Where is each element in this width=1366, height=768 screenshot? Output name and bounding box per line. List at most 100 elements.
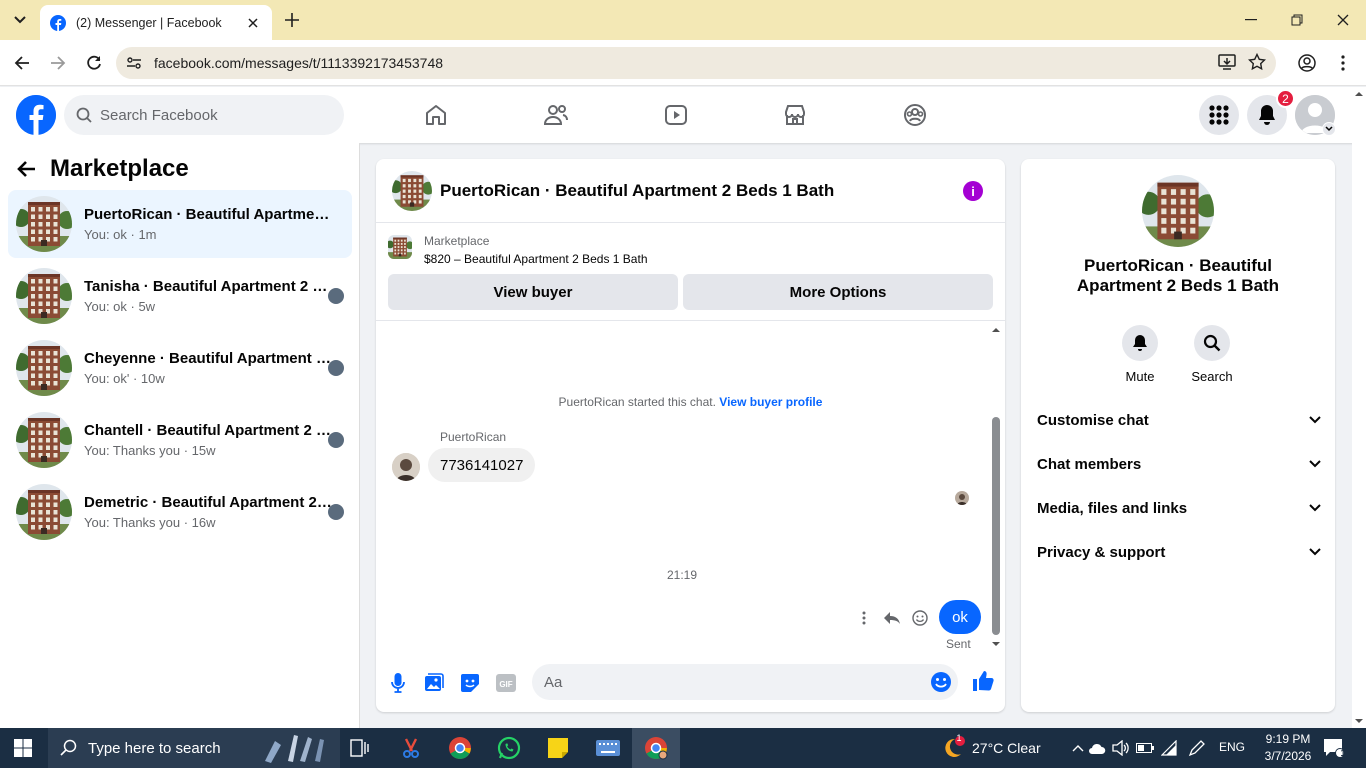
listing-thumbnail[interactable]	[388, 235, 412, 259]
search-in-conversation-action[interactable]: Search	[1182, 325, 1242, 384]
conversation-last-message: You: Thanks you · 16w	[84, 515, 216, 530]
gif-icon[interactable]: GIF	[495, 672, 517, 694]
conversation-thumbnail	[16, 340, 72, 396]
emoji-picker-icon[interactable]	[930, 671, 952, 693]
svg-text:GIF: GIF	[499, 680, 512, 689]
back-button[interactable]	[11, 52, 33, 74]
clock-time[interactable]: 9:19 PM	[1259, 732, 1317, 746]
minimize-window-button[interactable]	[1236, 8, 1266, 32]
home-nav-icon[interactable]	[422, 101, 450, 129]
page-scrollbar[interactable]	[1352, 87, 1366, 728]
pen-input-icon[interactable]	[1181, 732, 1213, 764]
conversation-thumbnail	[16, 412, 72, 468]
chrome-taskbar-icon[interactable]	[444, 732, 476, 764]
groups-nav-icon[interactable]	[901, 101, 929, 129]
view-buyer-profile-link[interactable]: View buyer profile	[719, 395, 822, 409]
conversation-row[interactable]: Chantell · Beautiful Apartment 2 Beds 1 …	[8, 406, 352, 474]
whatsapp-taskbar-icon[interactable]	[493, 732, 525, 764]
forward-button[interactable]	[47, 52, 69, 74]
sticker-icon[interactable]	[459, 672, 481, 694]
notification-center-icon[interactable]: 1	[1318, 732, 1350, 764]
tab-search-dropdown-button[interactable]	[6, 6, 34, 34]
profile-icon[interactable]	[1296, 52, 1318, 74]
reload-button[interactable]	[83, 52, 105, 74]
friends-nav-icon[interactable]	[542, 101, 570, 129]
plus-icon	[285, 13, 299, 27]
message-input[interactable]	[544, 673, 924, 691]
facebook-search-box[interactable]	[64, 95, 344, 135]
attach-photo-icon[interactable]	[423, 672, 445, 694]
facebook-logo[interactable]	[16, 95, 56, 135]
conversation-row[interactable]: PuertoRican · Beautiful Apartment 2 Beds…	[8, 190, 352, 258]
apartment-building-image	[1142, 175, 1214, 247]
incoming-message-bubble[interactable]: 7736141027	[428, 448, 536, 482]
conversation-last-message: You: Thanks you · 15w	[84, 443, 216, 458]
marketplace-label: Marketplace	[424, 234, 490, 248]
chrome-profile-taskbar-icon[interactable]	[640, 732, 672, 764]
windows-start-button[interactable]	[14, 739, 32, 757]
url-text[interactable]: facebook.com/messages/t/1113392173453748	[154, 55, 443, 71]
close-window-button[interactable]	[1328, 8, 1358, 32]
restore-window-button[interactable]	[1282, 8, 1312, 32]
more-options-button[interactable]: More Options	[683, 274, 993, 310]
weather-icon[interactable]: 1	[936, 732, 968, 764]
conversation-text: Chantell · Beautiful Apartment 2 Beds 1 …	[84, 422, 334, 458]
apartment-building-image	[16, 196, 72, 252]
menu-grid-button[interactable]	[1199, 95, 1239, 135]
listing-price-title[interactable]: $820 – Beautiful Apartment 2 Beds 1 Bath	[424, 252, 648, 266]
react-emoji-icon[interactable]	[910, 608, 930, 628]
snipping-tool-icon[interactable]	[395, 732, 427, 764]
task-view-icon[interactable]	[344, 732, 376, 764]
weather-text[interactable]: 27°C Clear	[972, 740, 1041, 756]
account-chevron-icon[interactable]	[1322, 122, 1336, 136]
facebook-search-input[interactable]	[100, 106, 320, 124]
site-settings-icon[interactable]	[126, 55, 142, 71]
conversation-row[interactable]: Tanisha · Beautiful Apartment 2 Beds 1 B…	[8, 262, 352, 330]
taskbar-search-box[interactable]: Type here to search	[48, 728, 340, 768]
message-input-box[interactable]	[532, 664, 958, 700]
browser-menu-icon[interactable]	[1332, 52, 1354, 74]
chat-header-avatar[interactable]	[392, 170, 432, 211]
view-buyer-button[interactable]: View buyer	[388, 274, 678, 310]
clock-date[interactable]: 3/7/2026	[1257, 749, 1319, 763]
notifications-button[interactable]: 2	[1247, 89, 1295, 135]
reply-icon[interactable]	[882, 608, 902, 628]
section-label: Privacy & support	[1037, 543, 1166, 561]
outgoing-message-bubble[interactable]: ok	[939, 600, 981, 634]
new-tab-button[interactable]	[282, 10, 302, 30]
address-bar[interactable]: facebook.com/messages/t/1113392173453748	[116, 47, 1276, 79]
conversation-row[interactable]: Cheyenne · Beautiful Apartment 2 Beds 1 …	[8, 334, 352, 402]
input-language[interactable]: ENG	[1219, 740, 1245, 754]
conversation-row[interactable]: Demetric · Beautiful Apartment 2 Beds 1 …	[8, 478, 352, 546]
conversation-name: Chantell · Beautiful Apartment 2 Beds 1 …	[84, 422, 334, 439]
conversation-text: Cheyenne · Beautiful Apartment 2 Beds 1 …	[84, 350, 334, 386]
more-actions-icon[interactable]	[854, 608, 874, 628]
back-arrow-icon[interactable]	[16, 160, 36, 178]
sticky-notes-icon[interactable]	[542, 732, 574, 764]
notification-center-count: 1	[1340, 748, 1346, 758]
chevron-down-icon	[14, 16, 26, 24]
install-app-icon[interactable]	[1218, 53, 1236, 71]
chat-title[interactable]: PuertoRican · Beautiful Apartment 2 Beds…	[440, 181, 834, 201]
touch-keyboard-icon[interactable]	[592, 732, 624, 764]
scroll-down-arrow-icon	[992, 642, 1000, 646]
privacy-support-section[interactable]: Privacy & support	[1037, 536, 1321, 568]
mute-action[interactable]: Mute	[1110, 325, 1170, 384]
notification-count-badge: 2	[1276, 89, 1295, 108]
bookmark-star-icon[interactable]	[1248, 53, 1266, 71]
media-files-links-section[interactable]: Media, files and links	[1037, 492, 1321, 524]
chat-scrollbar-thumb[interactable]	[992, 417, 1000, 635]
conversation-avatar[interactable]	[1142, 175, 1214, 247]
customise-chat-section[interactable]: Customise chat	[1037, 404, 1321, 436]
browser-tab-active[interactable]: (2) Messenger | Facebook	[40, 5, 272, 40]
chat-members-section[interactable]: Chat members	[1037, 448, 1321, 480]
sender-avatar[interactable]	[392, 453, 420, 481]
voice-clip-icon[interactable]	[387, 672, 409, 694]
send-like-icon[interactable]	[972, 670, 994, 692]
search-icon	[76, 107, 92, 123]
video-nav-icon[interactable]	[662, 101, 690, 129]
close-tab-icon[interactable]	[244, 14, 262, 32]
marketplace-nav-icon[interactable]	[781, 101, 809, 129]
facebook-top-nav: 2	[0, 87, 1366, 143]
conversation-info-icon[interactable]: i	[963, 181, 983, 201]
